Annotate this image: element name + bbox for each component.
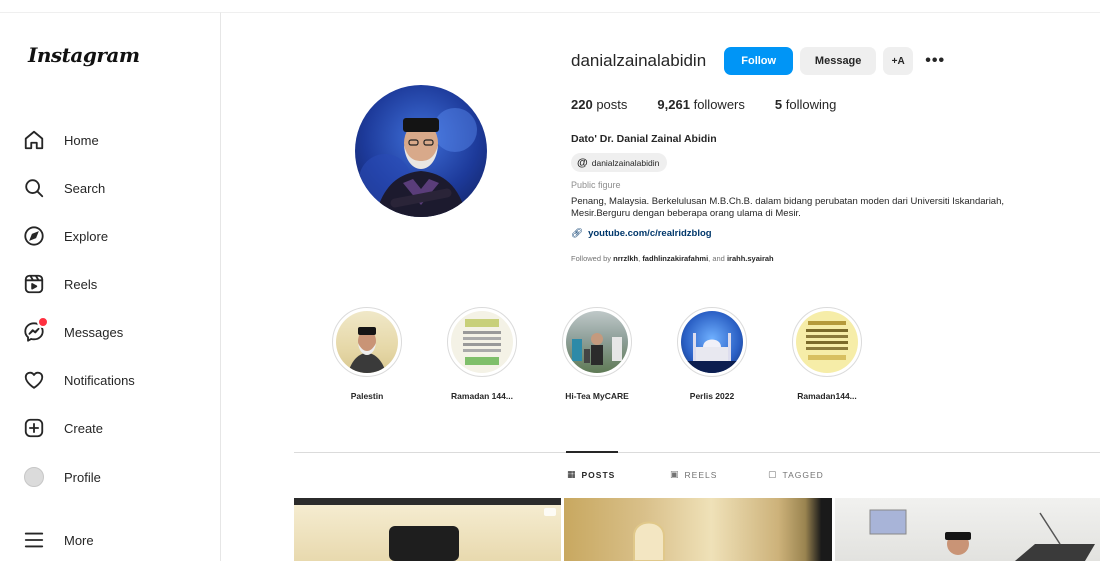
sidebar-item-notifications[interactable]: Notifications [22,363,135,397]
instagram-logo[interactable]: Instagram [28,43,140,67]
profile-link[interactable]: 🔗︎ youtube.com/c/realridzblog [571,228,712,239]
posts-label: posts [596,97,628,112]
sidebar-item-label: More [64,532,94,548]
sidebar-item-explore[interactable]: Explore [22,219,108,253]
profile-picture[interactable] [355,85,487,217]
tab-label: POSTS [581,469,616,480]
messenger-icon [22,316,49,344]
threads-badge[interactable]: @ danialzainalabidin [571,153,668,172]
highlight-cover [792,307,862,377]
sidebar-item-label: Messages [64,324,124,340]
highlight-cover [447,307,517,377]
highlight-item[interactable]: Perlis 2022 [667,307,757,401]
highlight-item[interactable]: Hi-Tea MyCARE [552,307,642,401]
sidebar-item-label: Home [64,132,99,148]
notification-badge [37,316,49,328]
profile-category: Public figure [571,180,621,190]
sidebar-item-label: Reels [64,276,98,292]
tab-posts[interactable]: ▦ POSTS [567,469,615,480]
tab-tagged[interactable]: ▢ TAGGED [768,469,824,480]
following-count: 5 [774,97,783,112]
highlight-label: Perlis 2022 [689,391,735,401]
highlight-label: Hi-Tea MyCARE [565,391,629,401]
message-button[interactable]: Message [800,47,877,75]
avatar [22,465,46,489]
follower-name: fadhlinzakirafahmi [642,254,709,263]
sidebar-item-label: Create [64,420,104,436]
followers-stat[interactable]: 9,261 followers [657,97,744,112]
followed-by-text[interactable]: Followed by nrrzlkh, fadhlinzakirafahmi,… [571,254,774,263]
grid-icon: ▦ [567,469,577,479]
post-thumbnail[interactable] [294,498,561,561]
sidebar-item-label: Profile [64,469,101,485]
followers-label: followers [693,97,745,112]
threads-icon: @ [577,156,588,169]
sidebar-item-reels[interactable]: Reels [22,267,97,301]
link-icon: 🔗︎ [571,228,584,239]
heart-icon [22,368,46,392]
active-tab-indicator [566,451,618,453]
profile-username: danialzainalabidin [571,51,707,70]
tagged-icon: ▢ [768,469,778,479]
sidebar-item-more[interactable]: More [22,523,94,557]
followed-by-prefix: Followed by [571,254,612,263]
highlight-cover [562,307,632,377]
profile-link-text: youtube.com/c/realridzblog [588,228,712,239]
highlight-item[interactable]: Palestin [322,307,412,401]
sidebar-item-home[interactable]: Home [22,123,99,157]
highlight-item[interactable]: Ramadan144... [782,307,872,401]
posts-stat: 220 posts [571,97,627,112]
follow-button[interactable]: Follow [724,47,794,75]
profile-avatar-icon [24,467,44,487]
sidebar-item-label: Explore [64,228,109,244]
highlight-cover [677,307,747,377]
sidebar-item-search[interactable]: Search [22,171,105,205]
sidebar-item-messages[interactable]: Messages [22,315,123,349]
followers-count: 9,261 [657,97,690,112]
home-icon [22,128,46,152]
posts-count: 220 [571,97,593,112]
tab-label: REELS [684,469,718,480]
profile-stats: 220 posts 9,261 followers 5 following [571,97,866,112]
sidebar-item-create[interactable]: Create [22,411,103,445]
sidebar-item-label: Search [64,180,106,196]
followed-by-and: , and [708,254,725,263]
follower-name: irahh.syairah [726,254,774,263]
post-thumbnail[interactable] [564,498,832,561]
suggested-accounts-button[interactable]: +A [883,47,914,75]
tab-reels[interactable]: ▣ REELS [670,469,717,480]
following-stat[interactable]: 5 following [775,97,836,112]
more-options-button[interactable]: ••• [920,47,950,75]
sidebar-item-label: Notifications [64,372,135,388]
highlight-label: Ramadan 144... [451,391,513,401]
post-thumbnail[interactable] [835,498,1100,561]
sidebar: Instagram Home Search Explore Reels Mess… [0,12,221,561]
follower-name: nrrzlkh [613,254,639,263]
reels-icon: ▣ [670,469,680,479]
hamburger-icon [22,528,46,552]
profile-bio: Penang, Malaysia. Berkelulusan M.B.Ch.B.… [571,196,1005,219]
highlight-label: Palestin [350,391,384,401]
search-icon [22,176,46,200]
highlight-item[interactable]: Ramadan 144... [437,307,527,401]
following-label: following [785,97,837,112]
top-divider [221,12,1100,13]
plus-square-icon [22,416,46,440]
highlight-cover [332,307,402,377]
sidebar-item-profile[interactable]: Profile [22,460,101,494]
highlight-label: Ramadan144... [797,391,857,401]
threads-handle: danialzainalabidin [591,157,660,168]
tabs-divider [294,452,1100,453]
compass-icon [22,224,46,248]
profile-full-name: Dato' Dr. Danial Zainal Abidin [571,133,717,145]
tab-label: TAGGED [782,469,824,480]
reels-icon [22,272,46,296]
profile-header-row: danialzainalabidin Follow Message +A ••• [571,46,957,76]
